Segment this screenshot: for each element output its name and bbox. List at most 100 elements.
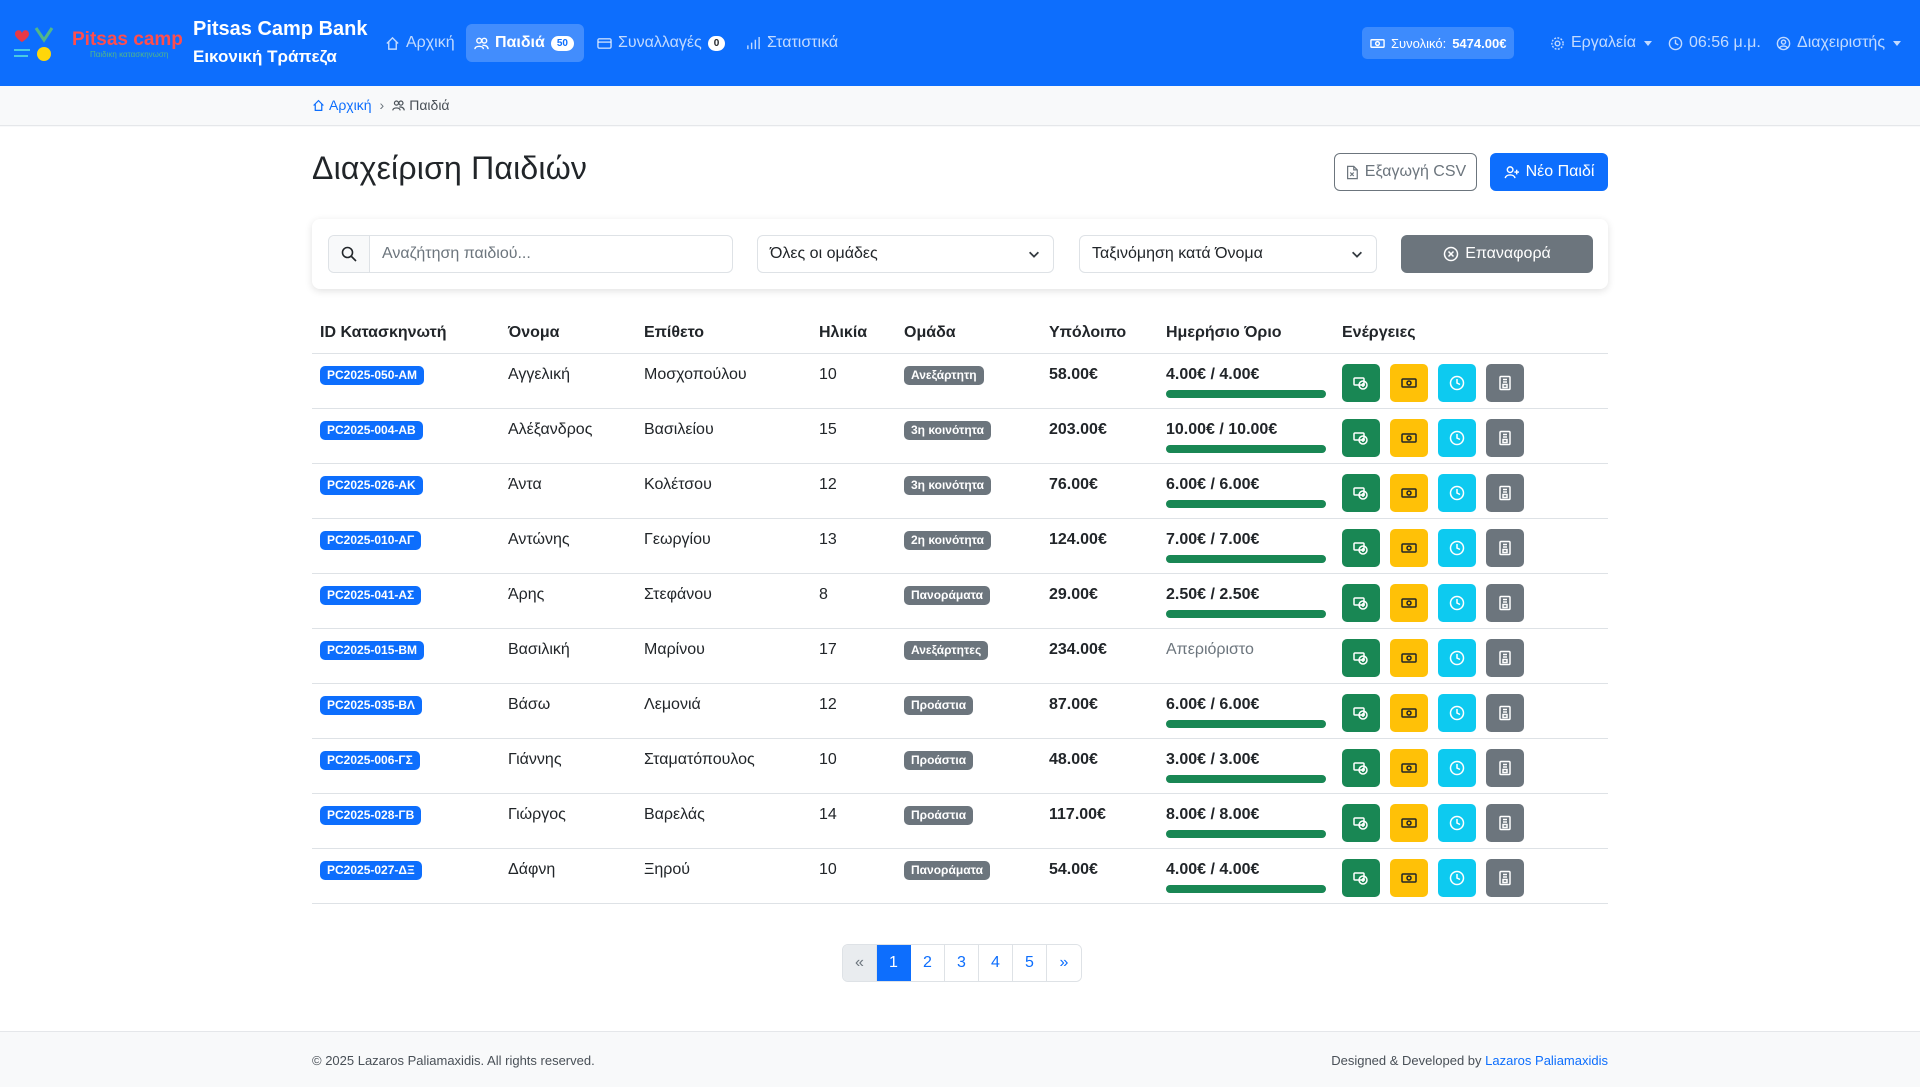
nav-transactions[interactable]: Συναλλαγές 0 [589,24,733,62]
col-last-name[interactable]: Επίθετο [636,313,811,354]
transactions-count-badge: 0 [707,35,726,51]
history-button[interactable] [1438,363,1476,402]
brand-subtitle: Εικονική Τράπεζα [193,47,337,66]
breadcrumb-home[interactable]: Αρχική [312,97,372,113]
pagination-page-3[interactable]: 3 [945,945,979,981]
withdraw-button[interactable] [1390,858,1428,897]
nav-stats[interactable]: Στατιστικά [738,24,846,62]
row-actions [1342,525,1600,567]
withdraw-button[interactable] [1390,363,1428,402]
col-id[interactable]: ID Κατασκηνωτή [312,313,500,354]
withdraw-button[interactable] [1390,418,1428,457]
details-button[interactable] [1486,583,1524,622]
withdraw-button[interactable] [1390,528,1428,567]
deposit-button[interactable] [1342,858,1380,897]
details-button[interactable] [1486,528,1524,567]
history-button[interactable] [1438,638,1476,677]
search-input[interactable] [370,236,732,272]
footer-author-link[interactable]: Lazaros Paliamaxidis [1485,1053,1608,1068]
group-select[interactable]: Όλες οι ομάδες [757,235,1054,273]
history-button[interactable] [1438,473,1476,512]
deposit-button[interactable] [1342,748,1380,787]
logo[interactable]: Pitsas camp Παιδικη κατασκηνωση [10,20,190,68]
cell-balance: 203.00€ [1041,408,1158,464]
clock-history-icon [1449,430,1465,446]
clock-history-icon [1449,650,1465,666]
brand-title: Pitsas Camp Bank [193,18,368,40]
withdraw-button[interactable] [1390,693,1428,732]
table-row: PC2025-041-ΑΣ Άρης Στεφάνου 8 Πανοράματα… [312,573,1608,629]
table-row: PC2025-010-ΑΓ Αντώνης Γεωργίου 13 2η κοι… [312,518,1608,574]
deposit-button[interactable] [1342,693,1380,732]
daily-limit-value: 7.00€ / 7.00€ [1166,530,1260,548]
col-first-name[interactable]: Όνομα [500,313,636,354]
nav-children[interactable]: Παιδιά 50 [466,24,584,62]
details-button[interactable] [1486,418,1524,457]
details-button[interactable] [1486,363,1524,402]
pagination-next[interactable]: » [1047,945,1081,981]
deposit-button[interactable] [1342,473,1380,512]
cash-icon [1401,430,1417,446]
pagination-page-4[interactable]: 4 [979,945,1013,981]
withdraw-button[interactable] [1390,583,1428,622]
brand[interactable]: Pitsas Camp Bank Εικονική Τράπεζα [193,16,368,70]
daily-limit-progress-fill [1166,609,1326,618]
pagination-page-1[interactable]: 1 [877,945,911,981]
pagination-page-5[interactable]: 5 [1013,945,1047,981]
group-select-value: Όλες οι ομάδες [770,245,878,262]
sort-select[interactable]: Ταξινόμηση κατά Όνομα [1079,235,1377,273]
col-daily-limit[interactable]: Ημερήσιο Όριο [1158,313,1334,354]
receipt-icon [1497,760,1513,776]
history-button[interactable] [1438,528,1476,567]
withdraw-button[interactable] [1390,748,1428,787]
receipt-icon [1497,595,1513,611]
history-button[interactable] [1438,803,1476,842]
pagination-page-2[interactable]: 2 [911,945,945,981]
withdraw-button[interactable] [1390,473,1428,512]
details-button[interactable] [1486,858,1524,897]
cell-balance: 124.00€ [1041,518,1158,574]
withdraw-button[interactable] [1390,638,1428,677]
nav-home[interactable]: Αρχική [377,24,463,62]
daily-limit-progress-fill [1166,829,1326,838]
details-button[interactable] [1486,693,1524,732]
col-balance[interactable]: Υπόλοιπο [1041,313,1158,354]
new-child-button[interactable]: Νέο Παιδί [1490,153,1608,191]
team-badge: Πανοράματα [904,585,990,605]
reset-button[interactable]: Επαναφορά [1401,235,1593,273]
pagination-prev[interactable]: « [843,945,877,981]
deposit-button[interactable] [1342,583,1380,622]
table-row: PC2025-004-AB Αλέξανδρος Βασιλείου 15 3η… [312,408,1608,464]
camper-id-badge: PC2025-028-ΓΒ [320,805,422,825]
deposit-button[interactable] [1342,638,1380,677]
history-button[interactable] [1438,583,1476,622]
details-button[interactable] [1486,748,1524,787]
details-button[interactable] [1486,803,1524,842]
user-dropdown[interactable]: Διαχειριστής [1768,24,1909,62]
history-button[interactable] [1438,693,1476,732]
cell-age: 17 [811,628,896,684]
clock-history-icon [1449,595,1465,611]
table-row: PC2025-026-AK Άντα Κολέτσου 12 3η κοινότ… [312,463,1608,519]
cell-actions [1334,793,1608,849]
history-button[interactable] [1438,858,1476,897]
chevron-down-icon [1029,251,1039,258]
cash-icon [1401,485,1417,501]
daily-limit-progress-fill [1166,554,1326,563]
withdraw-button[interactable] [1390,803,1428,842]
deposit-button[interactable] [1342,363,1380,402]
deposit-button[interactable] [1342,803,1380,842]
export-csv-button[interactable]: Εξαγωγή CSV [1334,153,1477,191]
balance-value: 58.00€ [1049,365,1098,383]
col-age[interactable]: Ηλικία [811,313,896,354]
details-button[interactable] [1486,638,1524,677]
deposit-button[interactable] [1342,418,1380,457]
history-button[interactable] [1438,418,1476,457]
deposit-button[interactable] [1342,528,1380,567]
tools-dropdown[interactable]: Εργαλεία [1542,24,1660,62]
col-team[interactable]: Ομάδα [896,313,1041,354]
breadcrumb-current-label: Παιδιά [409,97,450,113]
cell-last-name: Γεωργίου [636,518,811,574]
details-button[interactable] [1486,473,1524,512]
history-button[interactable] [1438,748,1476,787]
